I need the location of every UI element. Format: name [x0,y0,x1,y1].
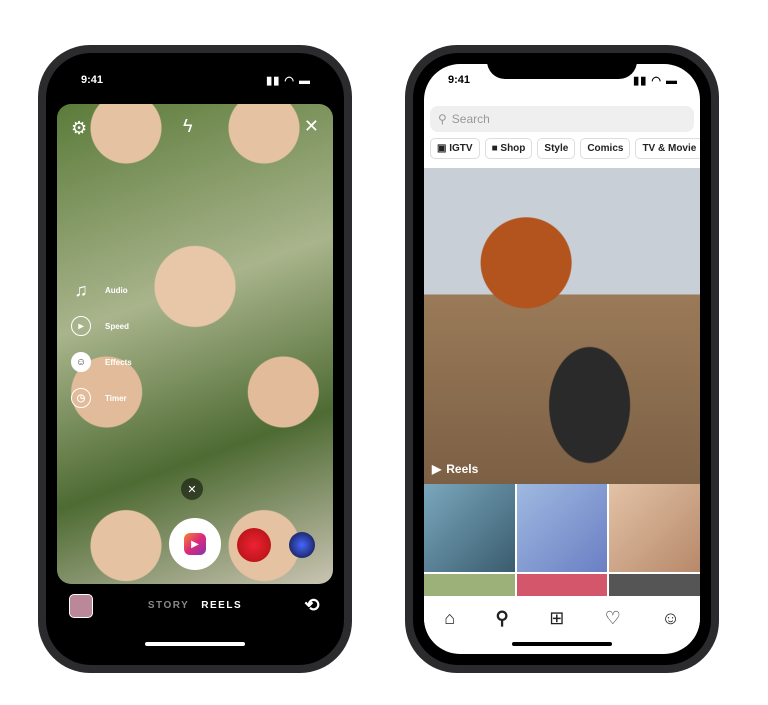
effects-icon: ☺ [71,352,91,372]
search-placeholder: Search [451,112,490,126]
signal-wifi-battery-icon: ▮▮ ◠ ▬ [633,75,678,87]
explore-grid [424,484,700,596]
reels-icon: ▶ [432,462,442,476]
chip-comics[interactable]: Comics [580,138,631,159]
tool-label: Timer [105,393,127,403]
timer-icon: ◷ [71,388,91,408]
effect-option[interactable] [289,532,315,558]
signal-wifi-battery-icon: ▮▮ ◠ ▬ [266,75,311,87]
tool-label: Audio [105,285,128,295]
home-indicator [145,642,245,646]
bottom-nav: ⌂ ⚲ ⊞ ♡ ☺ [424,596,700,640]
status-bar: 9:41 ▮▮ ◠ ▬ [81,74,311,87]
grid-item[interactable] [424,484,515,572]
remove-effect-icon[interactable]: ✕ [181,478,203,500]
grid-item[interactable] [424,574,515,596]
gallery-thumbnail[interactable] [69,593,93,618]
heart-icon[interactable]: ♡ [605,608,621,629]
search-icon: ⚲ [438,112,447,126]
close-icon[interactable]: ✕ [304,116,319,137]
chip-tv-movies[interactable]: TV & Movie [635,138,700,159]
chip-style[interactable]: Style [537,138,576,159]
reels-camera-screen: 9:41 ▮▮ ◠ ▬ ⚙ ϟ ✕ ♫ Audio ▸ Speed ☺ Effects … [57,64,333,654]
settings-icon[interactable]: ⚙ [71,118,87,139]
reels-text: Reels [446,462,479,476]
grid-item[interactable] [609,574,700,596]
grid-item[interactable] [516,574,608,596]
grid-item[interactable] [516,484,608,572]
record-button[interactable]: ▶ [169,518,221,570]
reels-label: ▶ Reels [432,462,478,476]
chip-igtv[interactable]: ▣ IGTV [430,138,480,159]
tool-label: Effects [105,357,132,367]
tool-audio[interactable]: ♫ Audio [71,279,128,300]
tool-speed[interactable]: ▸ Speed [71,316,129,336]
home-icon[interactable]: ⌂ [444,608,455,629]
flash-icon[interactable]: ϟ [183,116,193,137]
tool-timer[interactable]: ◷ Timer [71,388,127,408]
chip-label: IGTV [449,143,473,154]
mode-bar: STORY REELS ⟲ [57,593,333,618]
mode-story[interactable]: STORY [148,600,189,611]
featured-reel[interactable]: ▶ Reels [424,168,700,484]
flip-camera-icon[interactable]: ⟲ [304,595,321,616]
search-icon[interactable]: ⚲ [496,608,509,629]
profile-icon[interactable]: ☺ [661,608,679,629]
tool-label: Speed [105,321,130,331]
explore-screen: 9:41 ▮▮ ◠ ▬ ⚲ Search ▣ IGTV ■ Shop Style C… [424,64,700,654]
add-icon[interactable]: ⊞ [549,608,564,629]
chip-label: Shop [500,143,526,154]
music-note-icon: ♫ [74,279,88,300]
tool-effects[interactable]: ☺ Effects [71,352,132,372]
grid-item[interactable] [609,484,700,572]
search-input[interactable]: ⚲ Search [430,106,694,132]
time: 9:41 [81,74,104,86]
mode-reels[interactable]: REELS [201,600,242,611]
home-indicator [512,642,612,646]
speed-icon: ▸ [71,316,91,336]
status-bar: 9:41 ▮▮ ◠ ▬ [448,74,678,87]
explore-phone: 9:41 ▮▮ ◠ ▬ ⚲ Search ▣ IGTV ■ Shop Style C… [405,45,719,673]
camera-phone: 9:41 ▮▮ ◠ ▬ ⚙ ϟ ✕ ♫ Audio ▸ Speed ☺ Effects … [38,45,352,673]
camera-preview[interactable]: ⚙ ϟ ✕ ♫ Audio ▸ Speed ☺ Effects ◷ Timer ✕ ▶ [57,104,333,584]
reels-icon: ▶ [184,533,206,555]
time: 9:41 [448,74,471,86]
category-chips: ▣ IGTV ■ Shop Style Comics TV & Movie [430,138,700,159]
effect-option[interactable] [237,528,271,562]
chip-shop[interactable]: ■ Shop [484,138,533,159]
